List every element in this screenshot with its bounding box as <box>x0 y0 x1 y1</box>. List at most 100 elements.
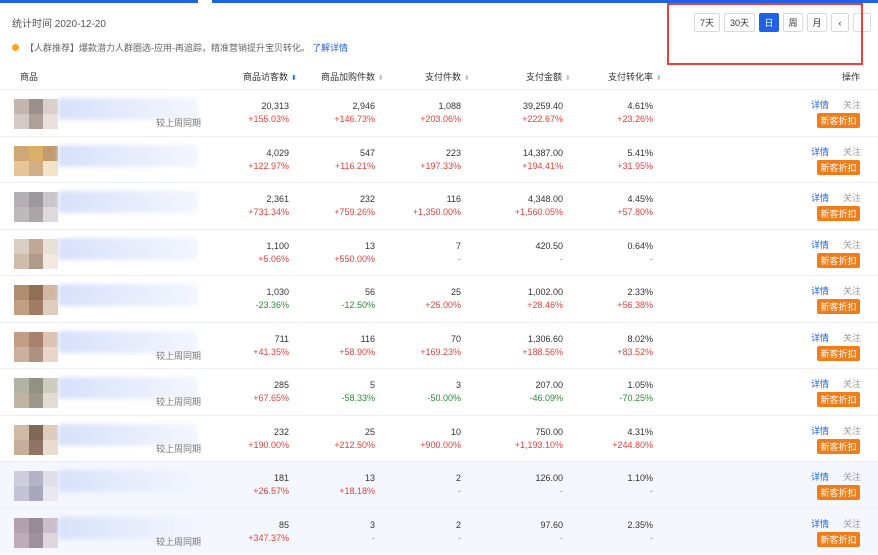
col-pay-amount[interactable]: 支付金额 ⬍ <box>526 70 571 83</box>
follow-link[interactable]: 关注 <box>843 517 861 530</box>
pay_items-value: 3 <box>455 380 461 390</box>
pay_items-change: -50.00% <box>427 393 461 403</box>
conv-change: +244.80% <box>612 439 653 450</box>
table-row: 较上周同期 20,313 +155.03% 2,946 +146.73% 1,088 +20… <box>0 89 878 136</box>
detail-link[interactable]: 详情 <box>811 424 829 437</box>
new-customer-discount-button[interactable]: 新客折扣 <box>817 438 860 454</box>
follow-link[interactable]: 关注 <box>843 284 861 297</box>
table-row: 1,030 -23.36% 56 -12.50% 25 +25.00% 1,002.00 +2… <box>0 275 878 322</box>
detail-link[interactable]: 详情 <box>811 238 829 251</box>
pay_items-change: +197.33% <box>420 160 461 171</box>
pay_items-value: 1,088 <box>438 101 461 111</box>
sort-desc-icon: ⬍ <box>291 75 297 82</box>
pay_items-change: +169.23% <box>420 346 461 357</box>
product-name-blurred[interactable] <box>58 284 198 306</box>
new-customer-discount-button[interactable]: 新客折扣 <box>817 252 860 268</box>
pay_items-change: +25.00% <box>425 300 461 310</box>
pay_items-change: - <box>458 253 461 264</box>
product-name-blurred[interactable] <box>58 191 198 213</box>
detail-link[interactable]: 详情 <box>811 377 829 390</box>
conv-change: +57.80% <box>617 207 653 217</box>
pay_items-change: - <box>458 532 461 543</box>
follow-link[interactable]: 关注 <box>843 331 861 344</box>
conv-value: 2.35% <box>627 519 653 530</box>
conv-value: 2.33% <box>627 287 653 297</box>
conv-change: +23.26% <box>617 114 653 124</box>
product-thumbnail[interactable] <box>14 99 58 129</box>
detail-link[interactable]: 详情 <box>811 191 829 204</box>
follow-link[interactable]: 关注 <box>843 145 861 158</box>
detail-link[interactable]: 详情 <box>811 145 829 158</box>
detail-link[interactable]: 详情 <box>811 331 829 344</box>
pay_items-change: +1,350.00% <box>412 207 461 217</box>
detail-link[interactable]: 详情 <box>811 517 829 530</box>
product-thumbnail[interactable] <box>14 285 58 315</box>
pay_items-change: - <box>458 486 461 496</box>
sort-icon: ⬍ <box>378 75 384 82</box>
product-thumbnail[interactable] <box>14 238 58 269</box>
sort-icon: ⬍ <box>565 75 571 82</box>
sort-icon: ⬍ <box>656 75 662 82</box>
new-customer-discount-button[interactable]: 新客折扣 <box>817 485 860 500</box>
product-name-blurred[interactable] <box>58 237 198 260</box>
table-row: 181 +26.57% 13 +18.18% 2-126.00-1.10% - 详情 关注 新客… <box>0 461 878 508</box>
notice-detail-link[interactable]: 了解详情 <box>312 41 348 54</box>
new-customer-discount-button[interactable]: 新客折扣 <box>817 392 860 407</box>
col-carts[interactable]: 商品加购件数 ⬍ <box>321 70 384 83</box>
product-name-blurred[interactable] <box>58 470 198 492</box>
conv-value: 4.31% <box>627 426 653 437</box>
pay_items-change: +203.06% <box>420 114 461 124</box>
product-name-blurred[interactable] <box>58 144 198 167</box>
conv-change: - <box>650 532 653 543</box>
highlight-annotation-box <box>667 3 863 65</box>
pay_items-value: 116 <box>446 194 461 204</box>
col-pay-items[interactable]: 支付件数 ⬍ <box>425 70 470 83</box>
new-customer-discount-button[interactable]: 新客折扣 <box>817 113 860 128</box>
table-header: 商品 商品访客数 ⬍ 商品加购件数 ⬍ 支付件数 ⬍ 支付金额 ⬍ 支付转化率 ⬍ 操作 <box>0 62 878 88</box>
follow-link[interactable]: 关注 <box>843 377 861 390</box>
conv-value: 0.64% <box>627 240 653 251</box>
conv-value: 5.41% <box>627 147 653 158</box>
follow-link[interactable]: 关注 <box>843 191 861 204</box>
product-thumbnail[interactable] <box>14 192 58 222</box>
follow-link[interactable]: 关注 <box>843 98 861 111</box>
new-customer-discount-button[interactable]: 新客折扣 <box>817 299 860 314</box>
follow-link[interactable]: 关注 <box>843 424 861 437</box>
pay_items-change: +900.00% <box>420 439 461 450</box>
pay_items-value: 2 <box>455 519 461 530</box>
notice-text: 【人群推荐】爆款潜力人群圈选-应用-再追踪，精准营销提升宝贝转化。 <box>25 43 310 53</box>
follow-link[interactable]: 关注 <box>843 470 861 483</box>
pay_items-value: 7 <box>455 240 461 251</box>
sort-icon: ⬍ <box>464 75 470 82</box>
new-customer-discount-button[interactable]: 新客折扣 <box>817 345 860 361</box>
conv-value: 4.45% <box>627 194 653 204</box>
detail-link[interactable]: 详情 <box>811 470 829 483</box>
product-thumbnail[interactable] <box>14 331 58 362</box>
product-thumbnail[interactable] <box>14 471 58 501</box>
conv-value: 1.05% <box>627 380 653 390</box>
new-customer-discount-button[interactable]: 新客折扣 <box>817 531 860 547</box>
new-customer-discount-button[interactable]: 新客折扣 <box>817 206 860 221</box>
product-thumbnail[interactable] <box>14 145 58 176</box>
table-row: 4,029 +122.97% 547 +116.21% 223 +197.33% 14,38… <box>0 135 878 183</box>
product-thumbnail[interactable] <box>14 424 58 455</box>
conv-change: -70.25% <box>619 393 653 403</box>
conv-change: - <box>650 253 653 264</box>
col-conversion[interactable]: 支付转化率 ⬍ <box>608 70 662 83</box>
conv-change: - <box>650 486 653 496</box>
conv-change: +83.52% <box>617 346 653 357</box>
detail-link[interactable]: 详情 <box>811 98 829 111</box>
product-thumbnail[interactable] <box>14 378 58 408</box>
col-actions: 操作 <box>842 72 861 82</box>
pay_items-value: 70 <box>450 333 461 344</box>
detail-link[interactable]: 详情 <box>811 284 829 297</box>
product-thumbnail[interactable] <box>14 517 58 548</box>
col-visitors[interactable]: 商品访客数 ⬍ <box>243 70 297 83</box>
col-product: 商品 <box>20 72 39 82</box>
pay_items-value: 10 <box>450 426 461 437</box>
new-customer-discount-button[interactable]: 新客折扣 <box>817 159 860 175</box>
conv-value: 1.10% <box>627 473 653 483</box>
follow-link[interactable]: 关注 <box>843 238 861 251</box>
table-row: 较上周同期 285 +67.65% 5 -58.33% 3 -50.00% 207.00 -46… <box>0 368 878 415</box>
table-row: 较上周同期 232 +190.00% 25 +212.50% 10 +900.00% 750.… <box>0 414 878 462</box>
